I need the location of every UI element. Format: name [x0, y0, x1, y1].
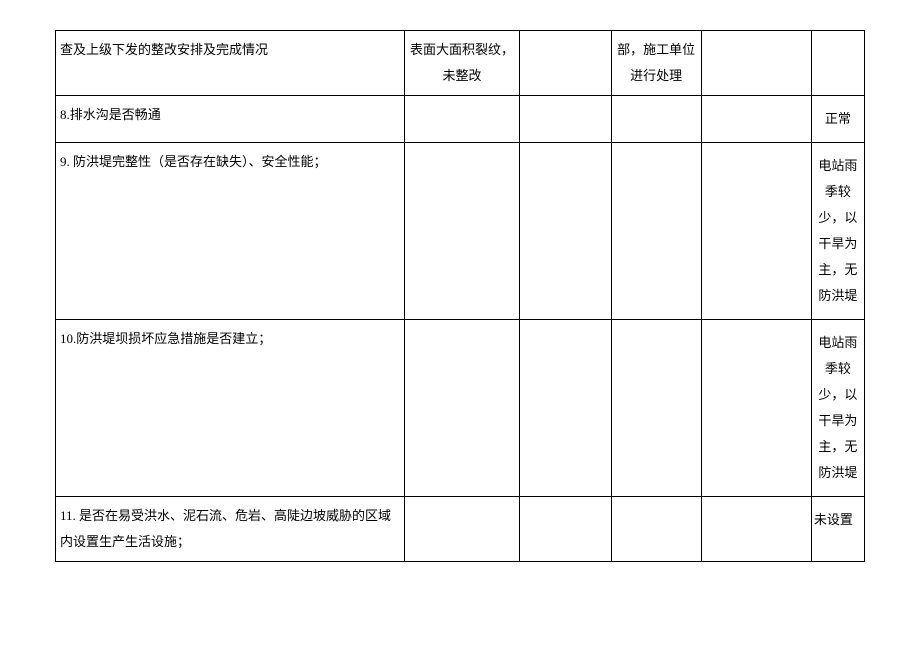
cell-item: 9. 防洪堤完整性（是否存在缺失）、安全性能； — [56, 143, 405, 320]
table-row: 查及上级下发的整改安排及完成情况 表面大面积裂纹，未整改 部，施工单位进行处理 — [56, 31, 865, 96]
cell-item: 11. 是否在易受洪水、泥石流、危岩、高陡边坡威胁的区域内设置生产生活设施； — [56, 497, 405, 562]
cell-col4 — [611, 143, 701, 320]
cell-col3 — [519, 497, 611, 562]
cell-col2 — [405, 143, 519, 320]
cell-item: 8.排水沟是否畅通 — [56, 96, 405, 143]
cell-col2 — [405, 96, 519, 143]
cell-item: 10.防洪堤坝损坏应急措施是否建立； — [56, 320, 405, 497]
cell-col6: 正常 — [811, 96, 864, 143]
cell-col2: 表面大面积裂纹，未整改 — [405, 31, 519, 96]
cell-col4 — [611, 320, 701, 497]
cell-col2 — [405, 497, 519, 562]
cell-col4 — [611, 96, 701, 143]
cell-col6: 电站雨季较少，以干旱为主，无防洪堤 — [811, 143, 864, 320]
cell-col6: 电站雨季较少，以干旱为主，无防洪堤 — [811, 320, 864, 497]
table-row: 11. 是否在易受洪水、泥石流、危岩、高陡边坡威胁的区域内设置生产生活设施； 未… — [56, 497, 865, 562]
cell-col5 — [701, 143, 811, 320]
cell-col4: 部，施工单位进行处理 — [611, 31, 701, 96]
cell-col3 — [519, 320, 611, 497]
cell-col2 — [405, 320, 519, 497]
table-row: 10.防洪堤坝损坏应急措施是否建立； 电站雨季较少，以干旱为主，无防洪堤 — [56, 320, 865, 497]
cell-col3 — [519, 31, 611, 96]
table-row: 9. 防洪堤完整性（是否存在缺失）、安全性能； 电站雨季较少，以干旱为主，无防洪… — [56, 143, 865, 320]
cell-col6 — [811, 31, 864, 96]
cell-col5 — [701, 320, 811, 497]
cell-col5 — [701, 497, 811, 562]
cell-col3 — [519, 143, 611, 320]
cell-col6: 未设置 — [811, 497, 864, 562]
inspection-table: 查及上级下发的整改安排及完成情况 表面大面积裂纹，未整改 部，施工单位进行处理 … — [55, 30, 865, 562]
cell-item: 查及上级下发的整改安排及完成情况 — [56, 31, 405, 96]
table-row: 8.排水沟是否畅通 正常 — [56, 96, 865, 143]
cell-col3 — [519, 96, 611, 143]
cell-col4 — [611, 497, 701, 562]
cell-col5 — [701, 31, 811, 96]
cell-col5 — [701, 96, 811, 143]
